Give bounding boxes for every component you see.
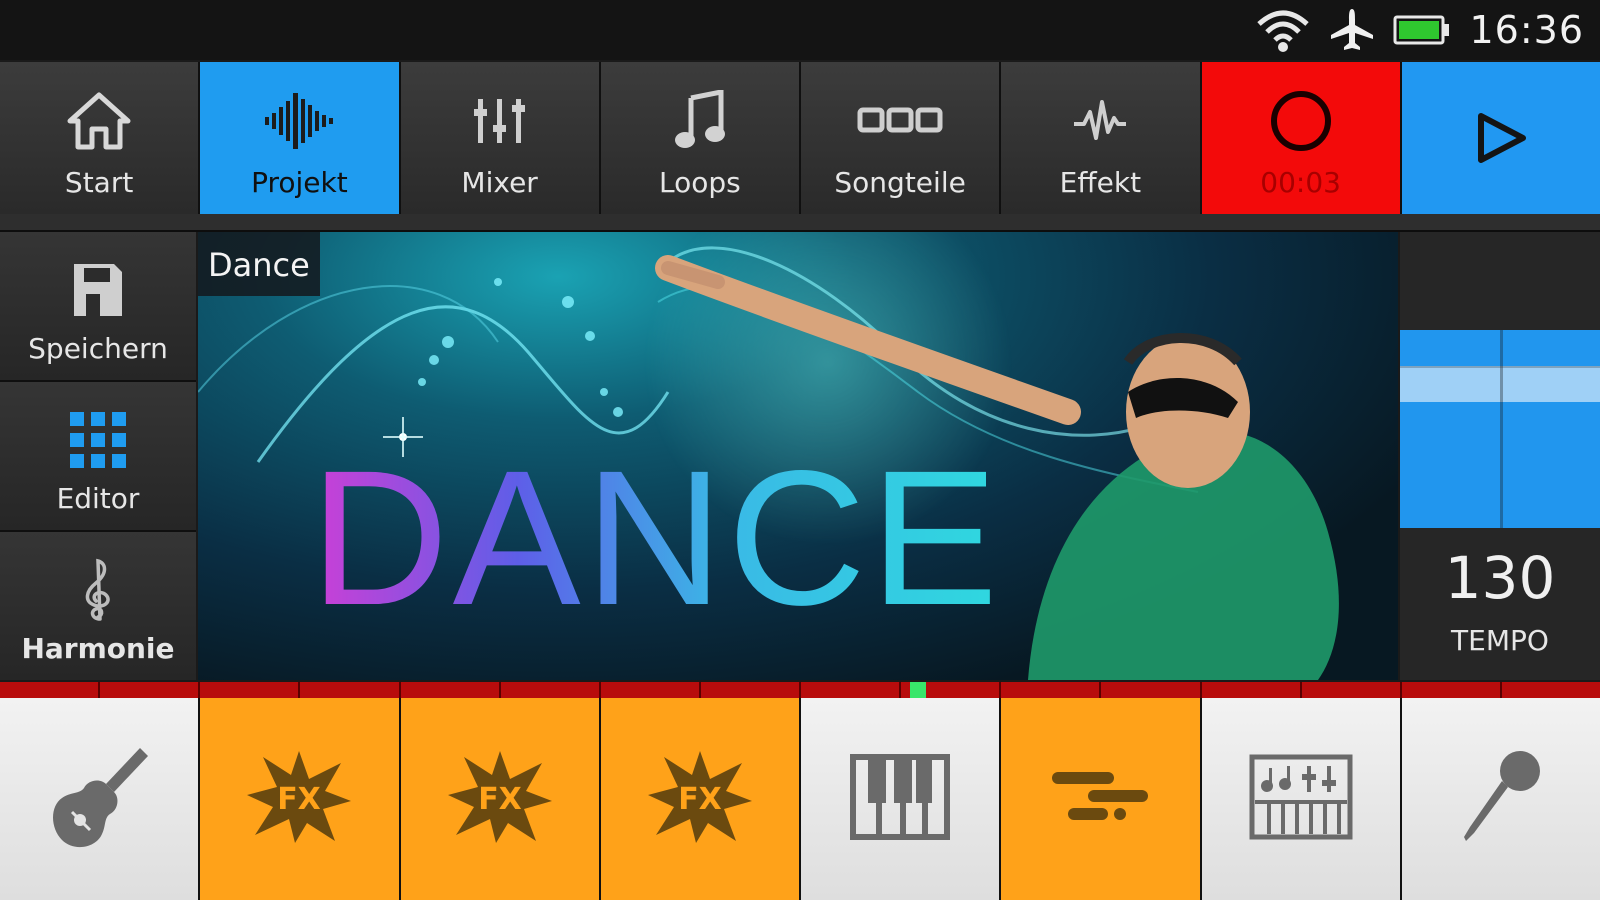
record-icon: [1268, 78, 1334, 164]
play-button[interactable]: [1401, 62, 1600, 214]
effect-wave-icon: [1072, 78, 1128, 164]
save-icon: [72, 248, 124, 332]
projekt-button[interactable]: Projekt: [200, 62, 399, 214]
timeline-segment: [100, 682, 201, 698]
piano-keys-icon: [850, 754, 951, 844]
record-timer: 00:03: [1260, 165, 1341, 199]
clock: 16:36: [1469, 8, 1584, 52]
piano-track-button[interactable]: [801, 698, 1000, 900]
save-label: Speichern: [28, 331, 168, 365]
effekt-button[interactable]: Effekt: [1001, 62, 1200, 214]
start-button[interactable]: Start: [0, 62, 199, 214]
music-note-icon: [673, 78, 727, 164]
fx-icon: FX: [245, 749, 353, 849]
synth-track-button[interactable]: [1201, 698, 1400, 900]
timeline-segment: [801, 682, 902, 698]
microphone-icon: [1456, 747, 1546, 851]
toolbar-divider: [0, 214, 1600, 232]
timeline-segment: [401, 682, 501, 698]
home-icon: [66, 78, 132, 164]
top-toolbar: Start Projekt Mixer Loops Songteile Effe…: [0, 62, 1600, 214]
guitar-track-button[interactable]: [0, 698, 199, 900]
songteile-button[interactable]: Songteile: [801, 62, 1000, 214]
timeline-strip[interactable]: [0, 682, 1600, 698]
timeline-segment: [1502, 682, 1600, 698]
fx-text: FX: [478, 782, 522, 817]
fx-pad-button-3[interactable]: FX: [600, 698, 799, 900]
timeline-segment: [501, 682, 601, 698]
effekt-label: Effekt: [1059, 165, 1142, 199]
songteile-label: Songteile: [834, 165, 966, 199]
fx-text: FX: [278, 782, 322, 817]
loops-label: Loops: [659, 165, 741, 199]
wifi-icon: [1255, 8, 1311, 52]
airplane-icon: [1329, 7, 1375, 53]
tempo-value[interactable]: 130: [1400, 544, 1600, 612]
banner-tag: Dance: [198, 232, 320, 296]
synth-keyboard-icon: [1249, 754, 1353, 844]
timeline-segment: [601, 682, 701, 698]
start-label: Start: [64, 165, 134, 199]
pattern-grid-divider: [1500, 330, 1503, 528]
editor-button[interactable]: Editor: [0, 382, 196, 530]
timeline-segment: [300, 682, 401, 698]
fx-text: FX: [678, 782, 722, 817]
bars-icon: [1050, 770, 1150, 828]
tempo-panel: 130 TEMPO: [1400, 232, 1600, 680]
timeline-segment: [200, 682, 301, 698]
play-icon: [1473, 78, 1529, 198]
record-button[interactable]: 00:03: [1201, 62, 1400, 214]
treble-clef-icon: [78, 548, 118, 632]
status-bar: 16:36: [0, 0, 1600, 60]
harmonie-button[interactable]: Harmonie: [0, 532, 196, 680]
timeline-segment: [1202, 682, 1302, 698]
battery-icon: [1393, 14, 1451, 46]
timeline-segment: [701, 682, 801, 698]
timeline-segment: [1302, 682, 1402, 698]
song-parts-icon: [857, 78, 943, 164]
mixer-button[interactable]: Mixer: [400, 62, 599, 214]
timeline-segment: [1101, 682, 1202, 698]
harmonie-label: Harmonie: [21, 631, 175, 665]
projekt-label: Projekt: [251, 165, 348, 199]
project-banner[interactable]: Dance DANCE: [198, 232, 1398, 680]
grid-icon: [70, 398, 126, 482]
sidebar: Speichern Editor Harmonie: [0, 232, 196, 680]
timeline-segment: [1402, 682, 1502, 698]
instrument-bar: FX FX FX: [0, 698, 1600, 900]
pattern-grid[interactable]: [1400, 330, 1600, 528]
guitar-icon: [44, 742, 154, 856]
save-button[interactable]: Speichern: [0, 232, 196, 380]
waveform-icon: [263, 78, 335, 164]
timeline-segment: [0, 682, 101, 698]
bars-track-button[interactable]: [1001, 698, 1200, 900]
editor-label: Editor: [56, 481, 140, 515]
tempo-label: TEMPO: [1451, 624, 1549, 657]
fx-pad-button-2[interactable]: FX: [400, 698, 599, 900]
playhead-marker[interactable]: [910, 682, 926, 698]
loops-button[interactable]: Loops: [600, 62, 799, 214]
mixer-label: Mixer: [461, 165, 538, 199]
fx-pad-button-1[interactable]: FX: [200, 698, 399, 900]
mic-track-button[interactable]: [1401, 698, 1600, 900]
banner-title: DANCE: [310, 430, 1003, 645]
mixer-sliders-icon: [472, 78, 528, 164]
fx-icon: FX: [446, 749, 554, 849]
timeline-segment: [1001, 682, 1102, 698]
fx-icon: FX: [646, 749, 754, 849]
